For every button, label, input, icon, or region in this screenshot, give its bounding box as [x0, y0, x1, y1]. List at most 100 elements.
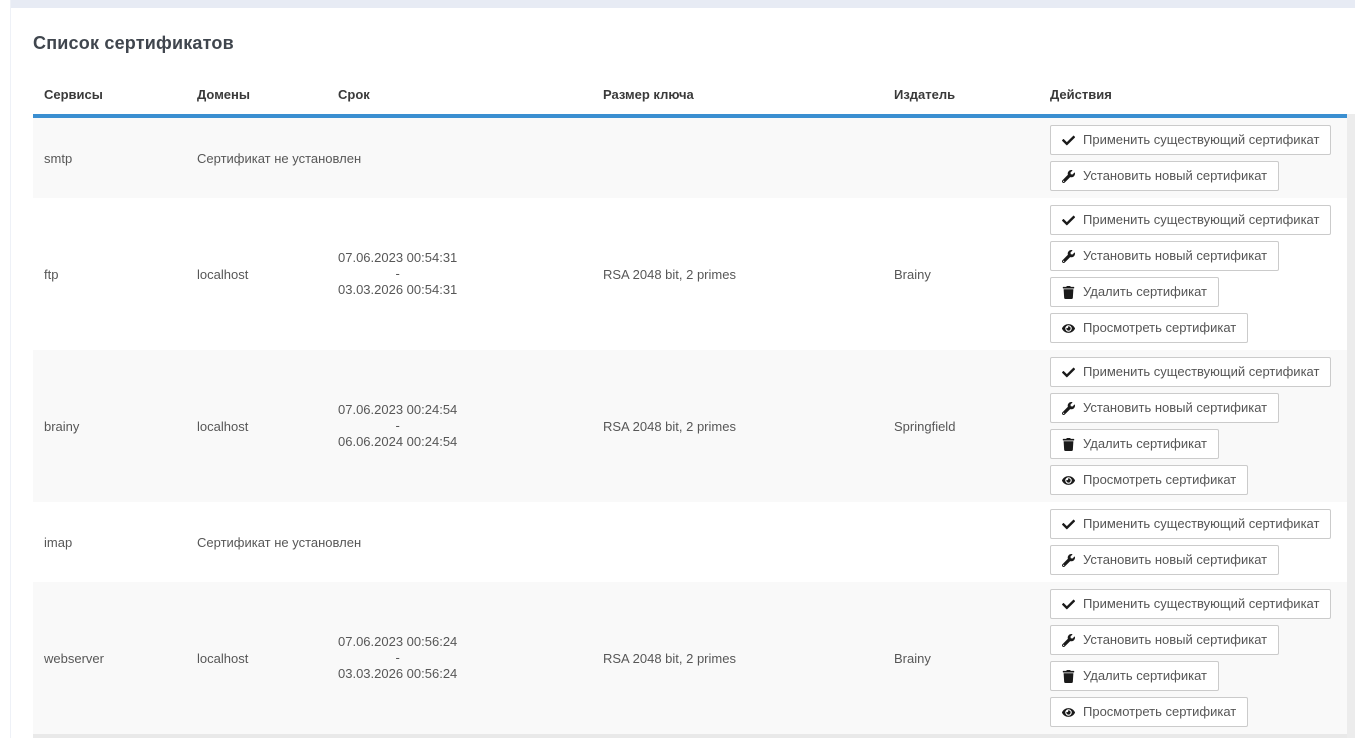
- term-to: 03.03.2026 00:56:24: [338, 666, 457, 682]
- table-row-ftp: ftp localhost 07.06.2023 00:54:31 - 03.0…: [33, 198, 1347, 350]
- button-label: Применить существующий сертификат: [1083, 596, 1319, 612]
- trash-icon: [1062, 438, 1075, 451]
- install-new-certificate-button[interactable]: Установить новый сертификат: [1050, 161, 1279, 191]
- domain-cell: Сертификат не установлен: [186, 116, 327, 198]
- term-from: 07.06.2023 00:56:24: [338, 634, 457, 650]
- apply-existing-certificate-button[interactable]: Применить существующий сертификат: [1050, 357, 1331, 387]
- table-header-row: Сервисы Домены Срок Размер ключа Издател…: [33, 77, 1347, 116]
- apply-existing-certificate-button[interactable]: Применить существующий сертификат: [1050, 205, 1331, 235]
- check-icon: [1062, 134, 1075, 147]
- column-header-key-size: Размер ключа: [592, 77, 883, 116]
- view-certificate-button[interactable]: Просмотреть сертификат: [1050, 313, 1248, 343]
- delete-certificate-button[interactable]: Удалить сертификат: [1050, 429, 1219, 459]
- term-cell: 07.06.2023 00:54:31 - 03.03.2026 00:54:3…: [327, 198, 592, 350]
- service-cell: ftp: [33, 198, 186, 350]
- key-size-cell: RSA 2048 bit, 2 primes: [592, 198, 883, 350]
- eye-icon: [1062, 474, 1075, 487]
- key-size-cell: [592, 116, 883, 198]
- button-label: Установить новый сертификат: [1083, 400, 1267, 416]
- wrench-icon: [1062, 250, 1075, 263]
- right-edge-band: [1347, 114, 1355, 738]
- term-to: 06.06.2024 00:24:54: [338, 434, 457, 450]
- key-size-cell: [592, 502, 883, 582]
- button-label: Просмотреть сертификат: [1083, 472, 1236, 488]
- term-to: 03.03.2026 00:54:31: [338, 282, 457, 298]
- eye-icon: [1062, 706, 1075, 719]
- apply-existing-certificate-button[interactable]: Применить существующий сертификат: [1050, 589, 1331, 619]
- term-cell: [327, 502, 592, 582]
- table-row-brainy: brainy localhost 07.06.2023 00:24:54 - 0…: [33, 350, 1347, 502]
- delete-certificate-button[interactable]: Удалить сертификат: [1050, 277, 1219, 307]
- term-cell: 07.06.2023 00:56:24 - 03.03.2026 00:56:2…: [327, 582, 592, 734]
- check-icon: [1062, 518, 1075, 531]
- wrench-icon: [1062, 170, 1075, 183]
- domain-cell: localhost: [186, 198, 327, 350]
- page: Список сертификатов Сервисы Домены Срок …: [0, 0, 1355, 738]
- term-separator: -: [338, 650, 457, 666]
- trash-icon: [1062, 670, 1075, 683]
- table-row-webserver: webserver localhost 07.06.2023 00:56:24 …: [33, 582, 1347, 734]
- domain-cell: localhost: [186, 350, 327, 502]
- check-icon: [1062, 366, 1075, 379]
- issuer-cell: Brainy: [883, 198, 1039, 350]
- actions-cell: Применить существующий сертификат Устано…: [1039, 198, 1347, 350]
- eye-icon: [1062, 322, 1075, 335]
- check-icon: [1062, 598, 1075, 611]
- term-cell: [327, 116, 592, 198]
- column-header-issuer: Издатель: [883, 77, 1039, 116]
- actions-cell: Применить существующий сертификат Устано…: [1039, 582, 1347, 734]
- view-certificate-button[interactable]: Просмотреть сертификат: [1050, 697, 1248, 727]
- term-separator: -: [338, 418, 457, 434]
- column-header-services: Сервисы: [33, 77, 186, 116]
- button-label: Установить новый сертификат: [1083, 248, 1267, 264]
- apply-existing-certificate-button[interactable]: Применить существующий сертификат: [1050, 125, 1331, 155]
- column-header-domains: Домены: [186, 77, 327, 116]
- delete-certificate-button[interactable]: Удалить сертификат: [1050, 661, 1219, 691]
- service-cell: smtp: [33, 116, 186, 198]
- install-new-certificate-button[interactable]: Установить новый сертификат: [1050, 625, 1279, 655]
- issuer-cell: [883, 502, 1039, 582]
- trash-icon: [1062, 286, 1075, 299]
- page-title: Список сертификатов: [33, 33, 1347, 54]
- actions-cell: Применить существующий сертификат Устано…: [1039, 502, 1347, 582]
- left-edge-line: [10, 0, 11, 738]
- install-new-certificate-button[interactable]: Установить новый сертификат: [1050, 241, 1279, 271]
- column-header-term: Срок: [327, 77, 592, 116]
- wrench-icon: [1062, 402, 1075, 415]
- issuer-cell: Springfield: [883, 350, 1039, 502]
- issuer-cell: Brainy: [883, 582, 1039, 734]
- button-label: Применить существующий сертификат: [1083, 516, 1319, 532]
- service-cell: brainy: [33, 350, 186, 502]
- top-edge-band: [10, 0, 1355, 8]
- button-label: Просмотреть сертификат: [1083, 320, 1236, 336]
- button-label: Просмотреть сертификат: [1083, 704, 1236, 720]
- key-size-cell: RSA 2048 bit, 2 primes: [592, 350, 883, 502]
- term-separator: -: [338, 266, 457, 282]
- button-label: Применить существующий сертификат: [1083, 212, 1319, 228]
- table-row-imap: imap Сертификат не установлен Применить …: [33, 502, 1347, 582]
- service-cell: webserver: [33, 582, 186, 734]
- wrench-icon: [1062, 634, 1075, 647]
- button-label: Удалить сертификат: [1083, 668, 1207, 684]
- button-label: Удалить сертификат: [1083, 436, 1207, 452]
- view-certificate-button[interactable]: Просмотреть сертификат: [1050, 465, 1248, 495]
- key-size-cell: RSA 2048 bit, 2 primes: [592, 582, 883, 734]
- button-label: Удалить сертификат: [1083, 284, 1207, 300]
- service-cell: imap: [33, 502, 186, 582]
- certificates-table: Сервисы Домены Срок Размер ключа Издател…: [33, 77, 1347, 734]
- table-row-smtp: smtp Сертификат не установлен Применить …: [33, 116, 1347, 198]
- term-cell: 07.06.2023 00:24:54 - 06.06.2024 00:24:5…: [327, 350, 592, 502]
- check-icon: [1062, 214, 1075, 227]
- button-label: Применить существующий сертификат: [1083, 132, 1319, 148]
- install-new-certificate-button[interactable]: Установить новый сертификат: [1050, 393, 1279, 423]
- install-new-certificate-button[interactable]: Установить новый сертификат: [1050, 545, 1279, 575]
- issuer-cell: [883, 116, 1039, 198]
- certificates-panel: Список сертификатов Сервисы Домены Срок …: [33, 8, 1347, 734]
- actions-cell: Применить существующий сертификат Устано…: [1039, 350, 1347, 502]
- actions-cell: Применить существующий сертификат Устано…: [1039, 116, 1347, 198]
- button-label: Установить новый сертификат: [1083, 168, 1267, 184]
- button-label: Установить новый сертификат: [1083, 552, 1267, 568]
- apply-existing-certificate-button[interactable]: Применить существующий сертификат: [1050, 509, 1331, 539]
- term-from: 07.06.2023 00:54:31: [338, 250, 457, 266]
- domain-cell: Сертификат не установлен: [186, 502, 327, 582]
